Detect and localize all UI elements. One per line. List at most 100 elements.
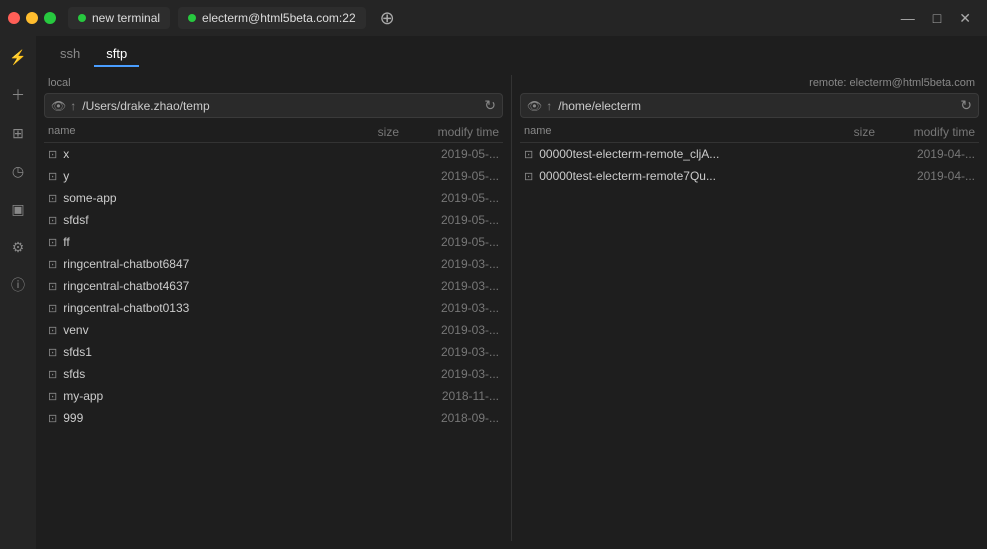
- eye-icon[interactable]: 👁: [51, 99, 66, 113]
- col-name-header: name: [48, 125, 319, 139]
- tab-ssh[interactable]: electerm@html5beta.com:22: [178, 7, 366, 29]
- table-row[interactable]: ⊡ 00000test-electerm-remote7Qu... 2019-0…: [520, 165, 979, 187]
- table-row[interactable]: ⊡ venv 2019-03-...: [44, 319, 503, 341]
- local-file-rows: ⊡ x 2019-05-... ⊡ y 2019-05-... ⊡ some-a…: [44, 143, 503, 429]
- file-name-label: my-app: [63, 389, 103, 403]
- table-row[interactable]: ⊡ ringcentral-chatbot0133 2019-03-...: [44, 297, 503, 319]
- win-close-btn[interactable]: ✕: [951, 8, 979, 29]
- local-path-input[interactable]: [82, 99, 478, 113]
- file-mtime: 2018-09-...: [399, 411, 499, 425]
- file-mtime: 2019-03-...: [399, 257, 499, 271]
- folder-icon: ⊡: [524, 170, 533, 183]
- col-name-header: name: [524, 125, 795, 139]
- table-row[interactable]: ⊡ ff 2019-05-...: [44, 231, 503, 253]
- sidebar-icon-info[interactable]: ⓘ: [5, 272, 31, 298]
- folder-icon: ⊡: [48, 280, 57, 293]
- tab-status-dot: [188, 14, 196, 22]
- local-label: local: [44, 75, 503, 93]
- file-size: [319, 367, 399, 381]
- file-size: [319, 235, 399, 249]
- table-row[interactable]: ⊡ 999 2018-09-...: [44, 407, 503, 429]
- eye-icon[interactable]: 👁: [527, 99, 542, 113]
- table-row[interactable]: ⊡ sfds1 2019-03-...: [44, 341, 503, 363]
- table-row[interactable]: ⊡ 00000test-electerm-remote_cljA... 2019…: [520, 143, 979, 165]
- folder-icon: ⊡: [48, 170, 57, 183]
- file-mtime: 2019-03-...: [399, 279, 499, 293]
- file-name-label: 00000test-electerm-remote7Qu...: [539, 169, 716, 183]
- sidebar-icon-history[interactable]: ◷: [5, 158, 31, 184]
- local-table-header: name size modify time: [44, 122, 503, 143]
- file-name-label: x: [63, 147, 69, 161]
- tab-new-terminal[interactable]: new terminal: [68, 7, 170, 29]
- file-name-label: sfds1: [63, 345, 92, 359]
- titlebar: new terminal electerm@html5beta.com:22 ⊕…: [0, 0, 987, 36]
- folder-icon: ⊡: [48, 236, 57, 249]
- file-mtime: 2019-04-...: [875, 169, 975, 183]
- sidebar-icon-files[interactable]: ⊞: [5, 120, 31, 146]
- local-file-table: name size modify time ⊡ x 2019-05-... ⊡ …: [44, 122, 503, 541]
- remote-path-bar: 👁 ↑ ↻: [520, 93, 979, 118]
- tab-sftp[interactable]: sftp: [94, 42, 139, 67]
- remote-file-table: name size modify time ⊡ 00000test-electe…: [520, 122, 979, 541]
- table-row[interactable]: ⊡ ringcentral-chatbot4637 2019-03-...: [44, 275, 503, 297]
- file-name-label: 00000test-electerm-remote_cljA...: [539, 147, 719, 161]
- win-controls: — □ ✕: [893, 8, 979, 29]
- table-row[interactable]: ⊡ x 2019-05-...: [44, 143, 503, 165]
- folder-icon: ⊡: [48, 302, 57, 315]
- file-name-label: ringcentral-chatbot6847: [63, 257, 189, 271]
- sidebar-icon-settings[interactable]: ⚙: [5, 234, 31, 260]
- sidebar-icon-media[interactable]: ▣: [5, 196, 31, 222]
- table-row[interactable]: ⊡ y 2019-05-...: [44, 165, 503, 187]
- file-mtime: 2019-05-...: [399, 191, 499, 205]
- table-row[interactable]: ⊡ sfds 2019-03-...: [44, 363, 503, 385]
- tab-status-dot: [78, 14, 86, 22]
- file-mtime: 2019-03-...: [399, 345, 499, 359]
- file-mtime: 2019-05-...: [399, 235, 499, 249]
- file-size: [319, 169, 399, 183]
- file-mtime: 2019-05-...: [399, 169, 499, 183]
- remote-refresh-icon[interactable]: ↻: [960, 97, 972, 114]
- remote-panel: remote: electerm@html5beta.com 👁 ↑ ↻ nam…: [512, 71, 987, 545]
- path-bar-icons: 👁 ↑: [51, 99, 76, 113]
- file-name-label: ringcentral-chatbot4637: [63, 279, 189, 293]
- table-row[interactable]: ⊡ some-app 2019-05-...: [44, 187, 503, 209]
- file-mtime: 2019-05-...: [399, 213, 499, 227]
- close-button[interactable]: [8, 12, 20, 24]
- window-controls[interactable]: [8, 12, 56, 24]
- file-name-label: venv: [63, 323, 88, 337]
- maximize-button[interactable]: [44, 12, 56, 24]
- remote-table-header: name size modify time: [520, 122, 979, 143]
- up-icon[interactable]: ↑: [546, 99, 552, 113]
- folder-icon: ⊡: [48, 368, 57, 381]
- remote-file-rows: ⊡ 00000test-electerm-remote_cljA... 2019…: [520, 143, 979, 187]
- file-name-label: ff: [63, 235, 69, 249]
- remote-path-input[interactable]: [558, 99, 954, 113]
- folder-icon: ⊡: [48, 390, 57, 403]
- file-mtime: 2019-05-...: [399, 147, 499, 161]
- file-name-label: some-app: [63, 191, 116, 205]
- tab-ssh[interactable]: ssh: [48, 42, 92, 67]
- file-size: [319, 213, 399, 227]
- file-size: [319, 257, 399, 271]
- minimize-button[interactable]: [26, 12, 38, 24]
- folder-icon: ⊡: [48, 412, 57, 425]
- local-path-bar: 👁 ↑ ↻: [44, 93, 503, 118]
- up-icon[interactable]: ↑: [70, 99, 76, 113]
- file-size: [319, 191, 399, 205]
- sidebar-icon-add[interactable]: ＋: [5, 82, 31, 108]
- sidebar: ⚡ ＋ ⊞ ◷ ▣ ⚙ ⓘ: [0, 36, 36, 549]
- refresh-icon[interactable]: ↻: [484, 97, 496, 114]
- file-size: [795, 169, 875, 183]
- add-tab-button[interactable]: ⊕: [374, 6, 401, 31]
- win-restore-btn[interactable]: □: [925, 8, 949, 29]
- file-name-label: 999: [63, 411, 83, 425]
- win-minimize-btn[interactable]: —: [893, 8, 923, 29]
- table-row[interactable]: ⊡ ringcentral-chatbot6847 2019-03-...: [44, 253, 503, 275]
- file-mtime: 2019-03-...: [399, 301, 499, 315]
- sidebar-icon-logo: ⚡: [5, 44, 31, 70]
- table-row[interactable]: ⊡ sfdsf 2019-05-...: [44, 209, 503, 231]
- file-mtime: 2019-03-...: [399, 323, 499, 337]
- table-row[interactable]: ⊡ my-app 2018-11-...: [44, 385, 503, 407]
- file-size: [319, 279, 399, 293]
- folder-icon: ⊡: [48, 258, 57, 271]
